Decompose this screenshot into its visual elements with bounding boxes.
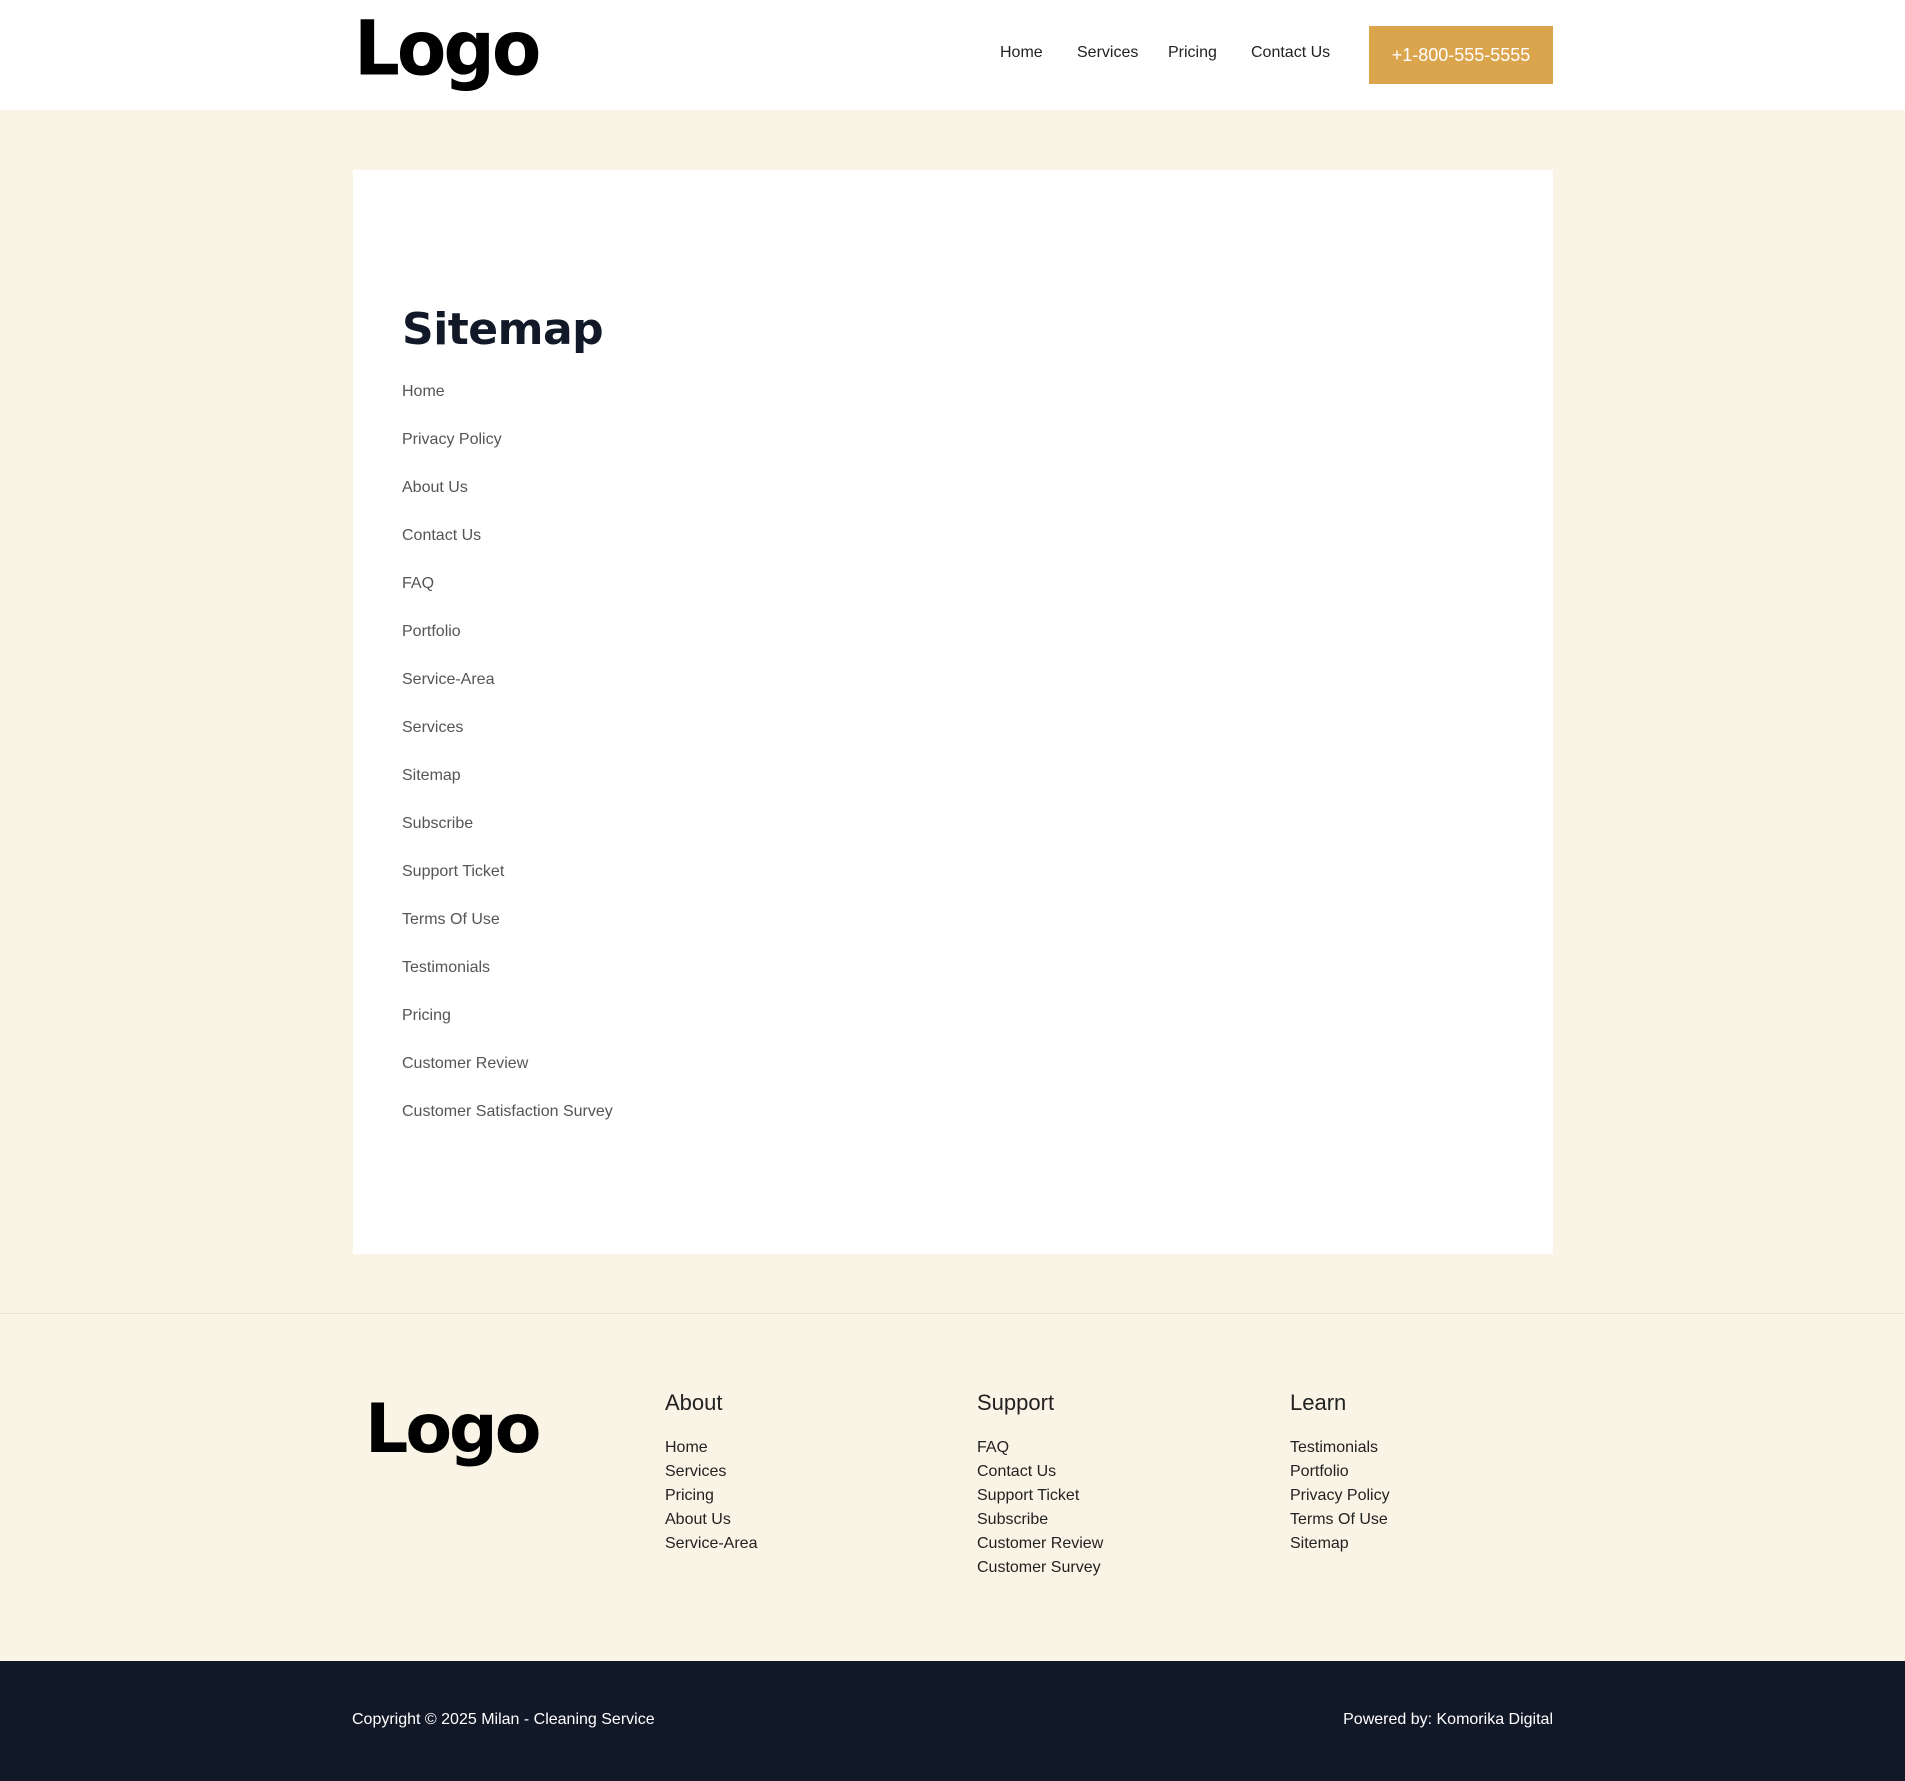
footer-link[interactable]: Portfolio [1290,1460,1390,1484]
phone-button[interactable]: +1-800-555-5555 [1369,26,1553,84]
main-nav: Home Services Pricing Contact Us [0,44,1905,68]
sitemap-link[interactable]: Privacy Policy [402,430,613,478]
sitemap-link[interactable]: Home [402,382,613,430]
footer-link[interactable]: FAQ [977,1436,1103,1460]
footer-column-title: Support [977,1390,1055,1415]
nav-services[interactable]: Services [1077,44,1138,62]
sitemap-link[interactable]: Testimonials [402,958,613,1006]
sitemap-link[interactable]: Support Ticket [402,862,613,910]
footer-link[interactable]: Contact Us [977,1460,1103,1484]
sitemap-link[interactable]: Terms Of Use [402,910,613,958]
sitemap-link[interactable]: FAQ [402,574,613,622]
copyright-text: Copyright © 2025 Milan - Cleaning Servic… [352,1711,655,1728]
footer-link[interactable]: Services [665,1460,757,1484]
footer-column-learn: Learn Testimonials Portfolio Privacy Pol… [1290,1390,1390,1556]
footer-link[interactable]: Customer Survey [977,1556,1103,1580]
footer-column-support: Support FAQ Contact Us Support Ticket Su… [977,1390,1103,1580]
nav-home[interactable]: Home [1000,44,1043,62]
footer-column-title: About [665,1390,723,1415]
nav-contact-us[interactable]: Contact Us [1251,44,1330,62]
sitemap-link[interactable]: Customer Review [402,1054,613,1102]
footer-link[interactable]: Home [665,1436,757,1460]
footer-column-title: Learn [1290,1390,1347,1415]
sitemap-link[interactable]: About Us [402,478,613,526]
footer-link[interactable]: Customer Review [977,1532,1103,1556]
sitemap-link[interactable]: Sitemap [402,766,613,814]
footer-link[interactable]: Subscribe [977,1508,1103,1532]
sitemap-link[interactable]: Services [402,718,613,766]
footer-link[interactable]: Support Ticket [977,1484,1103,1508]
bottom-bar: Copyright © 2025 Milan - Cleaning Servic… [0,1661,1905,1781]
footer-link[interactable]: Sitemap [1290,1532,1390,1556]
content-card: Sitemap Home Privacy Policy About Us Con… [353,170,1553,1254]
nav-pricing[interactable]: Pricing [1168,44,1217,62]
sitemap-link[interactable]: Subscribe [402,814,613,862]
sitemap-list: Home Privacy Policy About Us Contact Us … [402,382,613,1150]
footer-link[interactable]: Privacy Policy [1290,1484,1390,1508]
footer-logo[interactable]: Logo [365,1396,541,1464]
powered-by-text[interactable]: Powered by: Komorika Digital [1343,1711,1553,1729]
footer-link[interactable]: Pricing [665,1484,757,1508]
site-header: Logo Home Services Pricing Contact Us +1… [0,0,1905,110]
sitemap-link[interactable]: Portfolio [402,622,613,670]
footer-link[interactable]: About Us [665,1508,757,1532]
sitemap-link[interactable]: Service-Area [402,670,613,718]
footer-link[interactable]: Service-Area [665,1532,757,1556]
footer-column-about: About Home Services Pricing About Us Ser… [665,1390,757,1556]
site-footer: Logo About Home Services Pricing About U… [0,1315,1905,1661]
page-title: Sitemap [402,304,604,355]
sitemap-link[interactable]: Pricing [402,1006,613,1054]
sitemap-link[interactable]: Contact Us [402,526,613,574]
footer-link[interactable]: Terms Of Use [1290,1508,1390,1532]
footer-link[interactable]: Testimonials [1290,1436,1390,1460]
main-section: Sitemap Home Privacy Policy About Us Con… [0,110,1905,1314]
sitemap-link[interactable]: Customer Satisfaction Survey [402,1102,613,1150]
